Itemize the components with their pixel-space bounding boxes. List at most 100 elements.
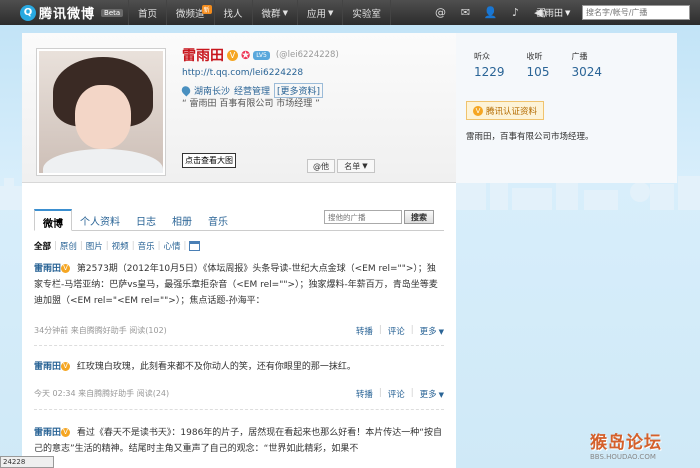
nav-apps-label: 应用 <box>306 8 326 20</box>
verify-info-button[interactable]: V 腾讯认证资料 <box>466 101 545 120</box>
verified-icon: V <box>473 105 483 116</box>
post-body: 雷雨田 V 看过《春天不是读书天》：1986年的片子，居然现在看起来也那么好看！本… <box>34 425 444 457</box>
more-label: 更多 <box>419 390 437 400</box>
profile-name: 雷雨田 <box>182 48 224 64</box>
name-row: 雷雨田 V ✪ LV5 (@lei6224228) <box>182 45 339 65</box>
separator: | <box>410 325 414 335</box>
filter-mood[interactable]: 心情 <box>163 240 180 252</box>
tab-album[interactable]: 相册 <box>164 209 200 230</box>
nav-lab[interactable]: 实验室 <box>342 0 391 25</box>
filter-all[interactable]: 全部 <box>34 240 51 252</box>
feed-post: 雷雨田 V 红玫瑰白玫瑰，此刻看来都不及你动人的笑，还有你眼里的那一抹红。 今天 … <box>34 359 444 415</box>
filter-video[interactable]: 视频 <box>112 240 129 252</box>
main-nav: 首页 微频道新 找人 微群 ▼ 应用 ▼ 实验室 <box>128 0 391 25</box>
profile-sidebar: 听众 1229 收听 105 广播 3024 V 腾讯认证资料 雷雨田，百事有限… <box>456 33 677 183</box>
verified-icon: V <box>227 49 238 61</box>
stat-broadcasts[interactable]: 广播 3024 <box>571 51 602 79</box>
post-body: 雷雨田 V 红玫瑰白玫瑰，此刻看来都不及你动人的笑，还有你眼里的那一抹红。 <box>34 359 444 375</box>
nav-home[interactable]: 首页 <box>128 0 166 25</box>
more-button[interactable]: 更多 ▼ <box>420 325 444 337</box>
at-icon[interactable]: @ <box>428 0 453 25</box>
chevron-down-icon: ▼ <box>362 162 368 170</box>
post-reads: 阅读(102) <box>129 326 167 335</box>
mail-icon[interactable]: ✉ <box>453 0 478 25</box>
post-body: 雷雨田 V 第2573期（2012年10月5日）《体坛周报》头条导读-世纪大点金球… <box>34 261 444 309</box>
avatar-shirt <box>43 149 163 173</box>
separator: | <box>378 388 382 398</box>
logo-text: 腾讯微博 <box>39 7 96 22</box>
location-pin-icon <box>179 84 193 97</box>
filter-original[interactable]: 原创 <box>60 240 77 252</box>
separator: | <box>54 241 57 251</box>
status-bar: 24228 <box>0 456 54 468</box>
post-source[interactable]: 来自腾腾好助手 <box>78 389 134 398</box>
nav-channel[interactable]: 微频道新 <box>166 0 214 25</box>
tab-music[interactable]: 音乐 <box>200 209 236 230</box>
calendar-icon[interactable] <box>189 241 201 251</box>
forward-button[interactable]: 转播 <box>356 325 373 337</box>
post-author[interactable]: 雷雨田 <box>34 428 61 438</box>
nav-find-people-label: 找人 <box>223 8 243 20</box>
tab-blog[interactable]: 日志 <box>128 209 164 230</box>
verified-icon: V <box>61 428 71 437</box>
stats: 听众 1229 收听 105 广播 3024 <box>474 51 602 79</box>
mention-button[interactable]: @他 <box>307 159 335 173</box>
chevron-down-icon: ▼ <box>438 391 444 399</box>
post-text: 第2573期（2012年10月5日）《体坛周报》头条导读-世纪大点金球（<EM … <box>34 264 438 306</box>
post-source[interactable]: 来自腾腾好助手 <box>71 326 127 335</box>
post-time[interactable]: 34分钟前 <box>34 326 68 335</box>
separator: | <box>131 241 135 251</box>
feed-post: 雷雨田 V 第2573期（2012年10月5日）《体坛周报》头条导读-世纪大点金球… <box>34 261 444 346</box>
bell-icon[interactable]: ♪ <box>503 0 528 25</box>
separator: | <box>79 241 83 251</box>
filter-music[interactable]: 音乐 <box>138 240 155 252</box>
post-meta: 今天 02:34 来自腾腾好助手 阅读(24) <box>34 388 169 399</box>
comment-button[interactable]: 评论 <box>388 325 405 337</box>
profile-url[interactable]: http://t.qq.com/lei6224228 <box>182 68 303 78</box>
verified-icon: V <box>61 264 71 273</box>
filter-image[interactable]: 图片 <box>86 240 103 252</box>
search-input[interactable] <box>582 5 690 20</box>
username-label: 雷雨田 <box>536 9 564 19</box>
nav-lab-label: 实验室 <box>352 8 381 20</box>
person-icon[interactable]: 👤 <box>478 0 503 25</box>
stat-value: 105 <box>526 65 550 79</box>
user-menu[interactable]: 雷雨田 ▼ <box>536 0 570 25</box>
stat-label: 听众 <box>474 52 490 61</box>
nav-apps[interactable]: 应用 ▼ <box>296 0 342 25</box>
forward-button[interactable]: 转播 <box>356 388 373 400</box>
top-bar: Q 腾讯微博 Beta 首页 微频道新 找人 微群 ▼ 应用 ▼ 实验室 @ ✉ 👤… <box>0 0 700 25</box>
qq-logo-icon: Q <box>20 4 36 21</box>
post-text: 红玫瑰白玫瑰，此刻看来都不及你动人的笑，还有你眼里的那一抹红。 <box>76 362 356 372</box>
chevron-down-icon: ▼ <box>282 8 288 17</box>
profile-handle: (@lei6224228) <box>275 50 339 60</box>
post-author[interactable]: 雷雨田 <box>34 264 61 274</box>
list-button[interactable]: 名单 ▼ <box>337 159 375 173</box>
broadcast-search-input[interactable] <box>324 210 402 224</box>
logo[interactable]: Q 腾讯微博 Beta <box>20 4 124 22</box>
post-author[interactable]: 雷雨田 <box>34 362 61 372</box>
stat-followers[interactable]: 听众 1229 <box>474 51 505 79</box>
stat-following[interactable]: 收听 105 <box>527 51 550 79</box>
tab-profile[interactable]: 个人资料 <box>72 209 128 230</box>
star-icon: ✪ <box>241 48 251 62</box>
nav-groups[interactable]: 微群 ▼ <box>251 0 297 25</box>
nav-channel-label: 微频道 <box>176 8 205 20</box>
post-time[interactable]: 今天 02:34 <box>34 389 76 398</box>
list-button-label: 名单 <box>344 161 361 171</box>
avatar-tooltip: 点击查看大图 <box>182 153 236 168</box>
more-label: 更多 <box>419 327 437 337</box>
broadcast-search-button[interactable]: 搜索 <box>404 210 434 224</box>
tab-weibo[interactable]: 微博 <box>34 209 72 231</box>
comment-button[interactable]: 评论 <box>388 388 405 400</box>
level-badge: LV5 <box>253 50 270 60</box>
stat-label: 广播 <box>571 52 588 61</box>
nav-groups-label: 微群 <box>261 8 281 20</box>
separator: | <box>157 241 161 251</box>
post-meta: 34分钟前 来自腾腾好助手 阅读(102) <box>34 325 167 336</box>
nav-find-people[interactable]: 找人 <box>213 0 252 25</box>
post-divider <box>34 409 444 410</box>
post-actions: 转播 | 评论 | 更多 ▼ <box>356 388 444 400</box>
avatar[interactable] <box>36 48 166 176</box>
more-button[interactable]: 更多 ▼ <box>420 388 444 400</box>
